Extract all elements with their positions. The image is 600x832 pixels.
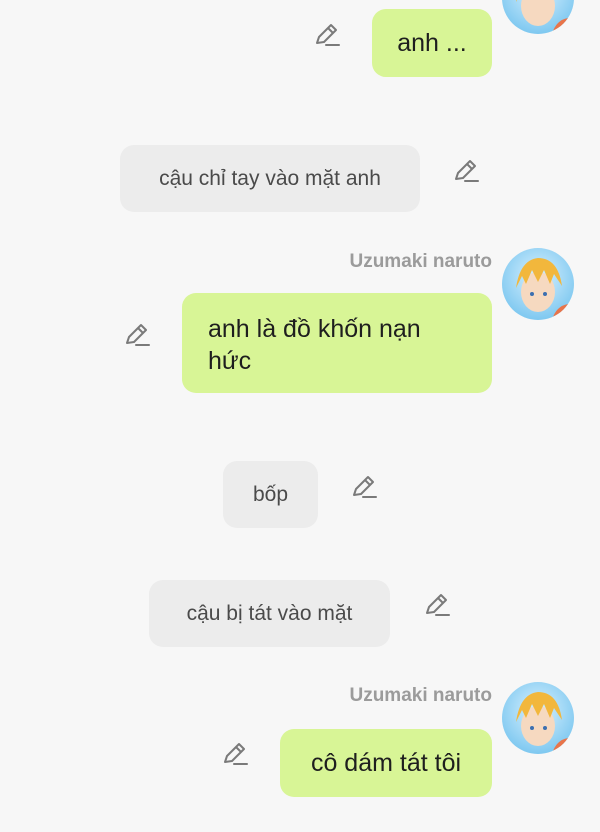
message-text: cậu bị tát vào mặt xyxy=(186,601,353,625)
message-text: anh ... xyxy=(397,29,467,57)
narration-bubble: cậu chỉ tay vào mặt anh xyxy=(120,145,420,212)
user-message-bubble: anh ... xyxy=(372,9,492,77)
edit-message-button[interactable] xyxy=(422,590,452,620)
sender-name: Uzumaki naruto xyxy=(349,685,492,706)
avatar[interactable] xyxy=(502,682,574,754)
edit-message-button[interactable] xyxy=(122,320,152,350)
user-message-bubble: cô dám tát tôi xyxy=(280,729,492,797)
avatar[interactable] xyxy=(502,0,574,34)
message-text: bốp xyxy=(252,482,289,506)
narration-bubble: cậu bị tát vào mặt xyxy=(149,580,390,647)
edit-message-button[interactable] xyxy=(312,20,342,50)
edit-message-button[interactable] xyxy=(451,156,481,186)
avatar[interactable] xyxy=(502,248,574,320)
message-text: anh là đồ khốn nạn hức xyxy=(208,315,421,375)
user-message-bubble: anh là đồ khốn nạn hức xyxy=(182,293,492,393)
message-text: cô dám tát tôi xyxy=(310,749,462,777)
edit-message-button[interactable] xyxy=(220,739,250,769)
message-text: cậu chỉ tay vào mặt anh xyxy=(159,166,381,190)
edit-message-button[interactable] xyxy=(349,472,379,502)
narration-bubble: bốp xyxy=(223,461,318,528)
sender-name: Uzumaki naruto xyxy=(349,251,492,272)
